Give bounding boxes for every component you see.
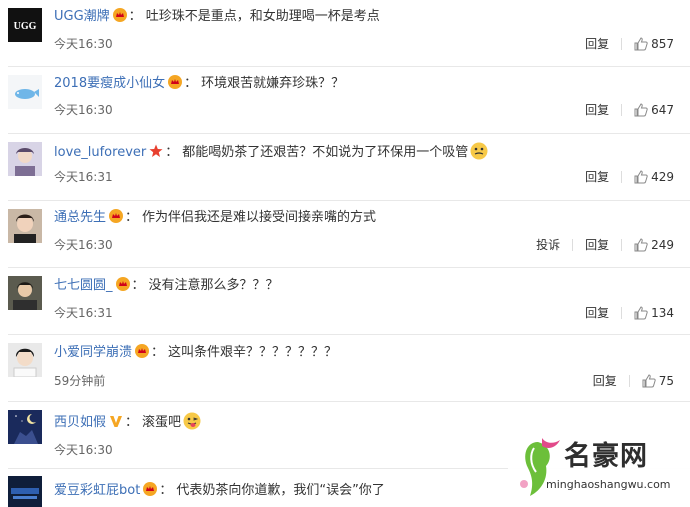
username-link[interactable]: 小爱同学崩溃 <box>54 345 132 360</box>
like-button[interactable]: 647 <box>634 102 674 118</box>
reply-button[interactable]: 回复 <box>585 237 609 253</box>
username-link[interactable]: 七七圆圆_ <box>54 278 113 293</box>
username-link[interactable]: 西贝如假 <box>54 415 106 430</box>
crown-badge-icon <box>168 75 183 89</box>
avatar[interactable] <box>8 476 42 507</box>
crown-badge-icon <box>143 482 158 496</box>
comment-item: 小爱同学崩溃：这叫条件艰辛？？？？？？？ 59分钟前 回复 75 <box>0 335 690 401</box>
comment-text: 这叫条件艰辛？？？？？？？ <box>168 345 338 360</box>
comment-item: 2018要瘦成小仙女：环境艰苦就嫌弃珍珠？？ 今天16:30 回复 647 <box>0 67 690 133</box>
comment-item: UGG UGG潮牌：吐珍珠不是重点，和女助理喝一杯是考点 今天16:30 回复 … <box>0 0 690 66</box>
avatar[interactable] <box>8 209 42 243</box>
comment-line: 爱豆彩虹屁bot：代表奶茶向你道歉，我们“误会”你了 <box>54 482 385 498</box>
like-count: 857 <box>651 37 674 51</box>
comment-time: 59分钟前 <box>54 374 106 388</box>
avatar[interactable] <box>8 276 42 310</box>
crown-badge-icon <box>135 344 150 358</box>
comment-text: 环境艰苦就嫌弃珍珠？？ <box>201 76 345 91</box>
comment-line: love_luforever：都能喝奶茶了还艰苦？不如说为了环保用一个吸管 <box>54 142 488 162</box>
like-count: 429 <box>651 170 674 184</box>
star-badge-icon <box>149 144 163 158</box>
comment-text: 吐珍珠不是重点，和女助理喝一杯是考点 <box>145 9 380 24</box>
report-button[interactable]: 投诉 <box>536 237 560 253</box>
comment-line: UGG潮牌：吐珍珠不是重点，和女助理喝一杯是考点 <box>54 8 380 24</box>
avatar[interactable] <box>8 343 42 377</box>
comment-line: 西贝如假：滚蛋吧 <box>54 412 201 432</box>
username-link[interactable]: 通总先生 <box>54 210 106 225</box>
comment-item: 通总先生：作为伴侣我还是难以接受间接亲嘴的方式 今天16:30 投诉 回复 24… <box>0 201 690 267</box>
comment-text: 没有注意那么多？？？ <box>148 278 279 293</box>
comment-line: 2018要瘦成小仙女：环境艰苦就嫌弃珍珠？？ <box>54 75 345 91</box>
svg-text:UGG: UGG <box>14 21 37 32</box>
comment-text: 作为伴侣我还是难以接受间接亲嘴的方式 <box>142 210 377 225</box>
comment-line: 小爱同学崩溃：这叫条件艰辛？？？？？？？ <box>54 344 338 360</box>
reply-button[interactable]: 回复 <box>585 305 609 321</box>
comment-time: 今天16:30 <box>54 103 113 117</box>
comment-time: 今天16:31 <box>54 170 113 184</box>
thumbs-up-icon <box>634 37 648 51</box>
reply-button[interactable]: 回复 <box>585 36 609 52</box>
comment-item: love_luforever：都能喝奶茶了还艰苦？不如说为了环保用一个吸管 今天… <box>0 134 690 200</box>
crown-badge-icon <box>109 209 124 223</box>
like-button[interactable]: 429 <box>634 169 674 185</box>
like-count: 249 <box>651 238 674 252</box>
thumbs-up-icon <box>634 170 648 184</box>
v-badge-icon <box>109 414 123 428</box>
comment-line: 七七圆圆_：没有注意那么多？？？ <box>54 277 279 293</box>
thumbs-up-icon <box>634 238 648 252</box>
username-link[interactable]: UGG潮牌 <box>54 9 110 24</box>
reply-button[interactable]: 回复 <box>585 169 609 185</box>
avatar[interactable] <box>8 410 42 444</box>
reply-button[interactable]: 回复 <box>593 373 617 389</box>
comment-list: UGG UGG潮牌：吐珍珠不是重点，和女助理喝一杯是考点 今天16:30 回复 … <box>0 0 690 507</box>
comment-text: 代表奶茶向你道歉，我们“误会”你了 <box>176 483 385 498</box>
crown-badge-icon <box>112 8 127 22</box>
like-count: 647 <box>651 103 674 117</box>
thumbs-up-icon <box>634 103 648 117</box>
thumbs-up-icon <box>642 374 656 388</box>
comment-item: 七七圆圆_：没有注意那么多？？？ 今天16:31 回复 134 <box>0 268 690 334</box>
comment-time: 今天16:30 <box>54 443 113 457</box>
like-button[interactable]: 249 <box>634 237 674 253</box>
username-link[interactable]: 2018要瘦成小仙女 <box>54 76 165 91</box>
watermark-logo-icon <box>520 438 560 496</box>
comment-time: 今天16:31 <box>54 306 113 320</box>
like-button[interactable]: 134 <box>634 305 674 321</box>
grimace-emoji-icon <box>470 142 488 160</box>
avatar[interactable] <box>8 142 42 176</box>
like-count: 75 <box>658 374 674 388</box>
like-button[interactable]: 857 <box>634 36 674 52</box>
comment-text: 滚蛋吧 <box>142 415 182 430</box>
reply-button[interactable]: 回复 <box>585 102 609 118</box>
watermark-url: minghaoshangwu.com <box>546 478 671 491</box>
tongue-emoji-icon <box>183 412 201 430</box>
username-link[interactable]: love_luforever <box>54 145 146 160</box>
avatar[interactable] <box>8 75 42 109</box>
like-button[interactable]: 75 <box>642 373 674 389</box>
avatar[interactable]: UGG <box>8 8 42 42</box>
comment-time: 今天16:30 <box>54 238 113 252</box>
thumbs-up-icon <box>634 306 648 320</box>
watermark: 名豪网 minghaoshangwu.com <box>508 432 690 507</box>
comment-text: 都能喝奶茶了还艰苦？不如说为了环保用一个吸管 <box>182 145 469 160</box>
comment-time: 今天16:30 <box>54 37 113 51</box>
username-link[interactable]: 爱豆彩虹屁bot <box>54 483 140 498</box>
like-count: 134 <box>651 306 674 320</box>
comment-line: 通总先生：作为伴侣我还是难以接受间接亲嘴的方式 <box>54 209 377 225</box>
watermark-title: 名豪网 <box>564 441 648 472</box>
crown-badge-icon <box>115 277 130 291</box>
